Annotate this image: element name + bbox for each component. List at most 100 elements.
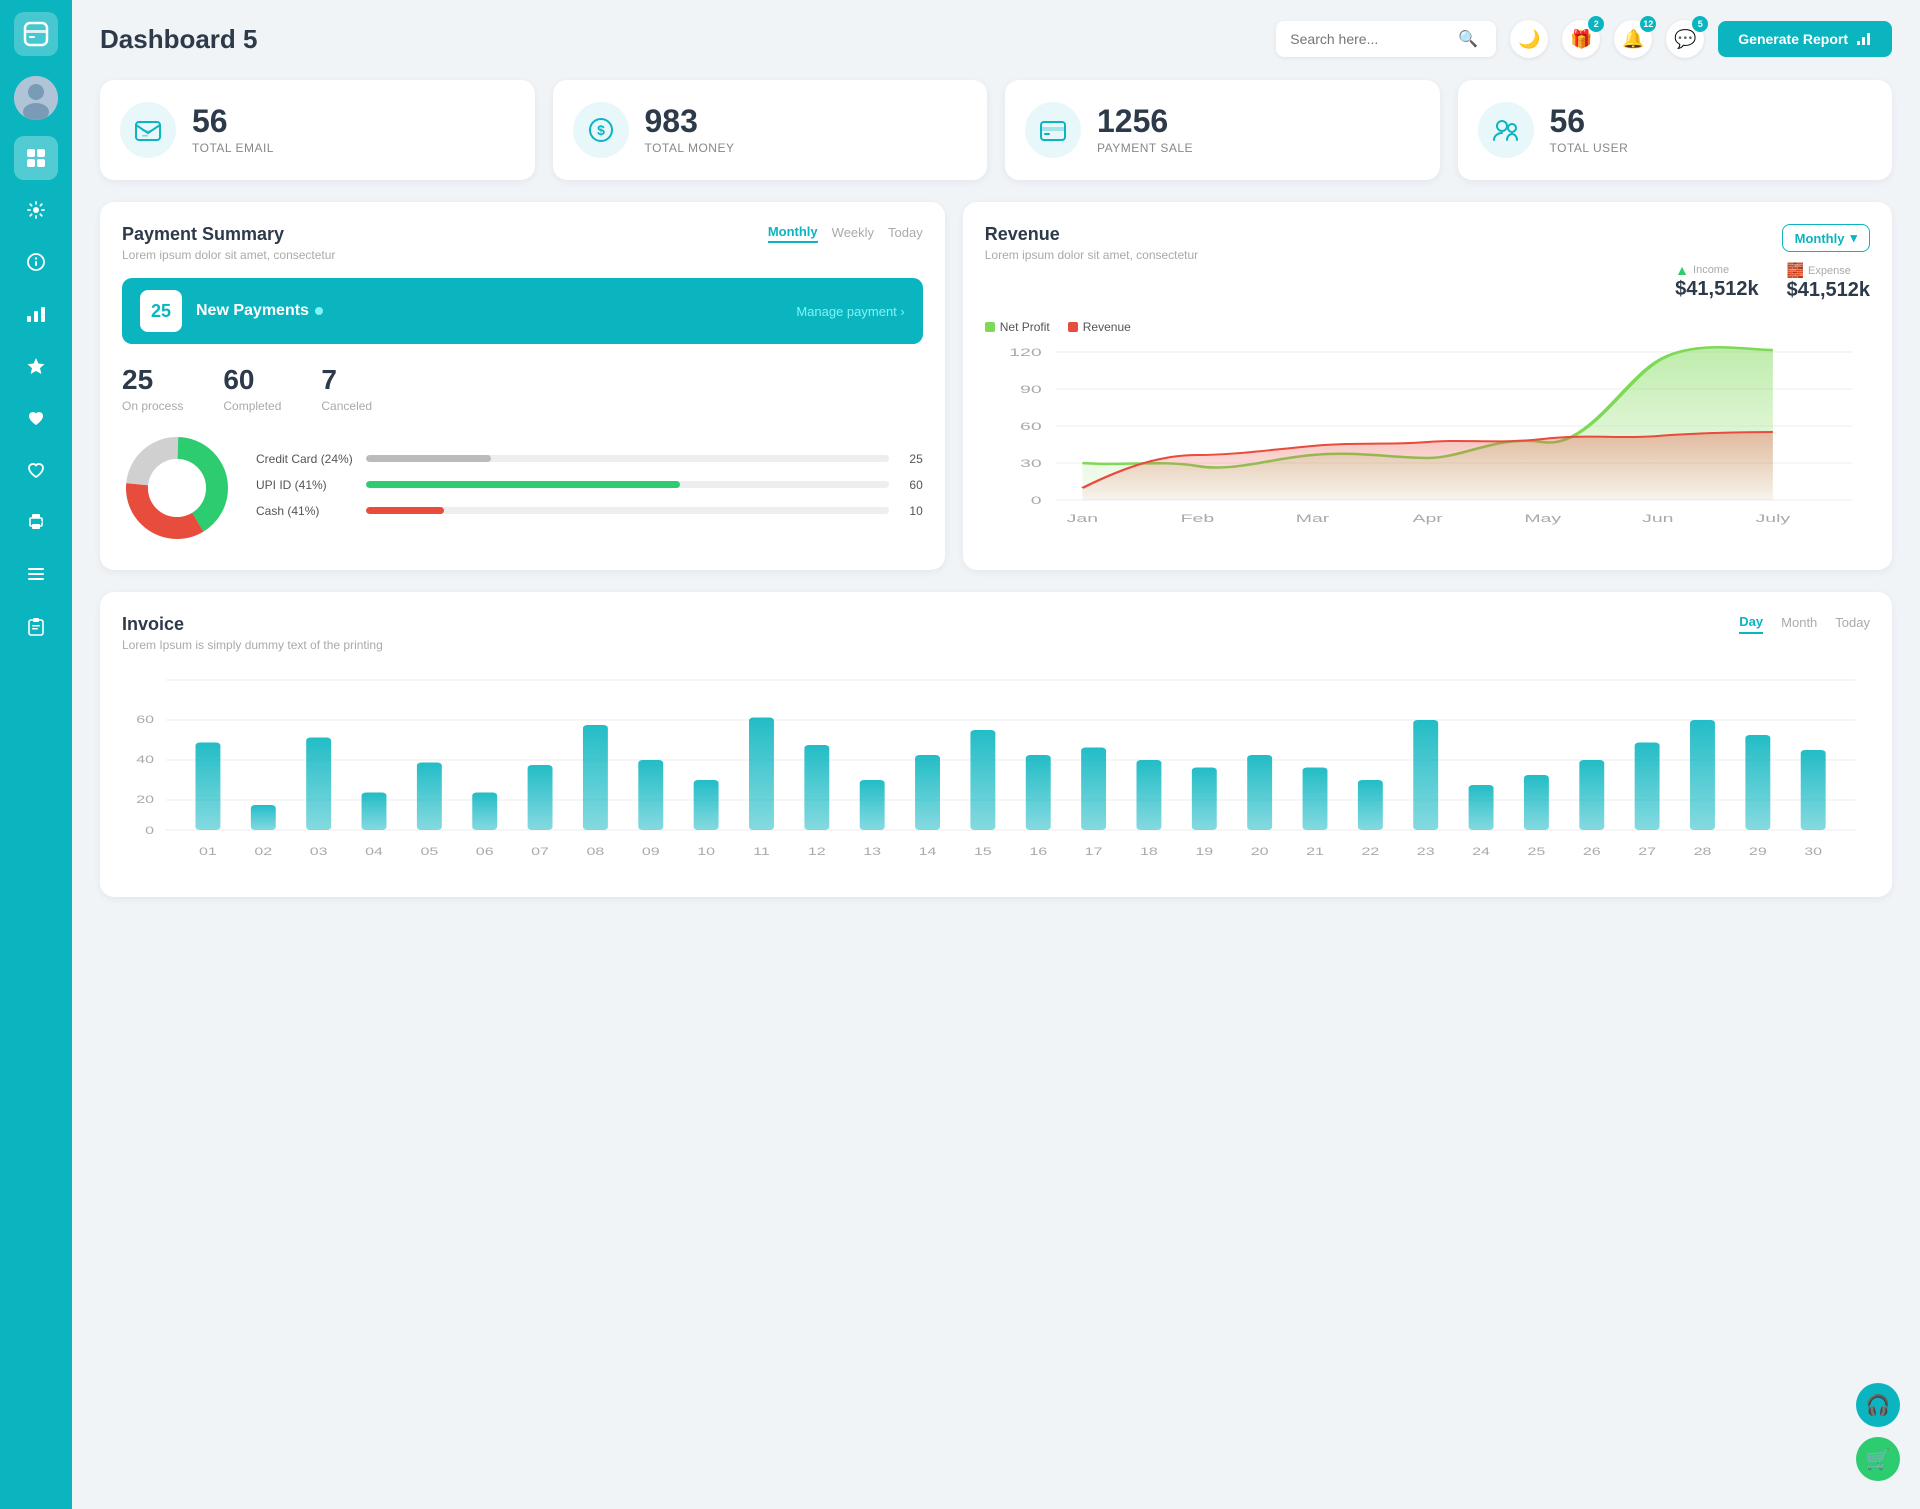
invoice-bar	[1579, 760, 1604, 830]
inv-tab-today[interactable]: Today	[1835, 615, 1870, 633]
invoice-bar-label: 27	[1638, 845, 1656, 857]
invoice-bar	[472, 793, 497, 831]
inv-tab-day[interactable]: Day	[1739, 614, 1763, 634]
search-input[interactable]	[1290, 31, 1450, 47]
sidebar-logo[interactable]	[14, 12, 58, 56]
revenue-dropdown-label: Monthly	[1795, 231, 1845, 246]
inv-tab-month[interactable]: Month	[1781, 615, 1817, 633]
tab-weekly[interactable]: Weekly	[832, 225, 874, 242]
invoice-bar-label: 29	[1749, 845, 1767, 857]
stat-icon-user	[1478, 102, 1534, 158]
invoice-bar-label: 03	[310, 845, 328, 857]
invoice-bar	[1192, 768, 1217, 831]
sidebar-item-info[interactable]	[14, 240, 58, 284]
middle-row: Payment Summary Lorem ipsum dolor sit am…	[100, 202, 1892, 570]
invoice-bar-label: 12	[808, 845, 826, 857]
invoice-bar	[1469, 785, 1494, 830]
svg-text:40: 40	[136, 753, 154, 765]
revenue-monthly-dropdown[interactable]: Monthly ▾	[1782, 224, 1870, 252]
invoice-bar-label: 22	[1361, 845, 1379, 857]
svg-text:Feb: Feb	[1180, 513, 1214, 525]
invoice-bar	[251, 805, 276, 830]
stat-card-user: 56 TOTAL USER	[1458, 80, 1893, 180]
invoice-bar	[417, 763, 442, 831]
sidebar-item-chart[interactable]	[14, 292, 58, 336]
headset-fab[interactable]: 🎧	[1856, 1383, 1900, 1427]
sidebar-item-settings[interactable]	[14, 188, 58, 232]
invoice-bar-label: 16	[1029, 845, 1047, 857]
invoice-bar-label: 24	[1472, 845, 1490, 857]
invoice-bar	[1136, 760, 1161, 830]
avatar[interactable]	[14, 76, 58, 120]
invoice-bar	[749, 718, 774, 831]
invoice-bar-label: 09	[642, 845, 660, 857]
chat-icon: 💬	[1674, 29, 1696, 50]
svg-text:20: 20	[136, 793, 154, 805]
invoice-bar-label: 25	[1528, 845, 1546, 857]
payment-summary-title: Payment Summary	[122, 224, 335, 245]
dark-mode-button[interactable]: 🌙	[1510, 20, 1548, 58]
manage-payment-link[interactable]: Manage payment ›	[796, 304, 904, 319]
sidebar-item-heart2[interactable]	[14, 448, 58, 492]
stat-label-payment: PAYMENT SALE	[1097, 141, 1193, 155]
revenue-chart: 0 30 60 90 120 Jan Feb Mar Apr May Jun J…	[985, 342, 1870, 542]
new-payments-count: 25	[140, 290, 182, 332]
invoice-bar-label: 20	[1251, 845, 1269, 857]
invoice-bar	[1745, 735, 1770, 830]
tab-today[interactable]: Today	[888, 225, 923, 242]
net-profit-dot	[985, 322, 995, 332]
revenue-meta: ▲ Income $41,512k 🧱 Expense $41,512k	[1675, 262, 1870, 302]
chat-button[interactable]: 💬 5	[1666, 20, 1704, 58]
invoice-bar-label: 19	[1195, 845, 1213, 857]
invoice-bar	[583, 725, 608, 830]
payment-summary-subtitle: Lorem ipsum dolor sit amet, consectetur	[122, 248, 335, 262]
tab-monthly[interactable]: Monthly	[768, 224, 818, 243]
stat-card-money: $ 983 TOTAL MONEY	[553, 80, 988, 180]
invoice-bar	[915, 755, 940, 830]
invoice-bar	[694, 780, 719, 830]
svg-text:Jan: Jan	[1066, 513, 1097, 525]
invoice-bar	[195, 743, 220, 831]
invoice-bar-label: 04	[365, 845, 383, 857]
stat-card-payment: 1256 PAYMENT SALE	[1005, 80, 1440, 180]
sidebar-item-clipboard[interactable]	[14, 604, 58, 648]
invoice-bar	[1524, 775, 1549, 830]
chevron-down-icon: ▾	[1850, 230, 1857, 246]
gift-icon: 🎁	[1570, 29, 1592, 50]
svg-text:Jun: Jun	[1642, 513, 1673, 525]
payment-stat-canceled: 7Canceled	[321, 364, 372, 413]
sidebar-item-heart1[interactable]	[14, 396, 58, 440]
invoice-bar	[1413, 720, 1438, 830]
gift-button[interactable]: 🎁 2	[1562, 20, 1600, 58]
income-label: ▲ Income	[1675, 262, 1758, 278]
cart-fab[interactable]: 🛒	[1856, 1437, 1900, 1481]
stats-row: 56 TOTAL EMAIL $ 983 TOTAL MONEY 1256 PA…	[100, 80, 1892, 180]
invoice-bar-label: 14	[919, 845, 937, 857]
invoice-bar	[638, 760, 663, 830]
stat-number-payment: 1256	[1097, 105, 1193, 137]
sidebar-item-list[interactable]	[14, 552, 58, 596]
sidebar-item-star[interactable]	[14, 344, 58, 388]
invoice-bar-label: 08	[587, 845, 605, 857]
payment-bar-row: UPI ID (41%) 60	[256, 478, 923, 492]
sidebar-item-dashboard[interactable]	[14, 136, 58, 180]
invoice-bar	[362, 793, 387, 831]
invoice-bar	[1303, 768, 1328, 831]
stat-card-email: 56 TOTAL EMAIL	[100, 80, 535, 180]
new-payments-bar: 25 New Payments Manage payment ›	[122, 278, 923, 344]
svg-text:Mar: Mar	[1296, 513, 1330, 525]
stat-icon-email	[120, 102, 176, 158]
sidebar-item-print[interactable]	[14, 500, 58, 544]
expense-value: $41,512k	[1787, 279, 1870, 302]
stat-number-user: 56	[1550, 105, 1629, 137]
stat-icon-payment	[1025, 102, 1081, 158]
invoice-bar	[1635, 743, 1660, 831]
invoice-bar-label: 01	[199, 845, 217, 857]
bell-button[interactable]: 🔔 12	[1614, 20, 1652, 58]
invoice-bar	[970, 730, 995, 830]
invoice-bar	[1801, 750, 1826, 830]
invoice-bar	[1690, 720, 1715, 830]
search-box[interactable]: 🔍	[1276, 21, 1496, 57]
header-right: 🔍 🌙 🎁 2 🔔 12 💬 5 Generate Report	[1276, 20, 1892, 58]
generate-report-button[interactable]: Generate Report	[1718, 21, 1892, 57]
